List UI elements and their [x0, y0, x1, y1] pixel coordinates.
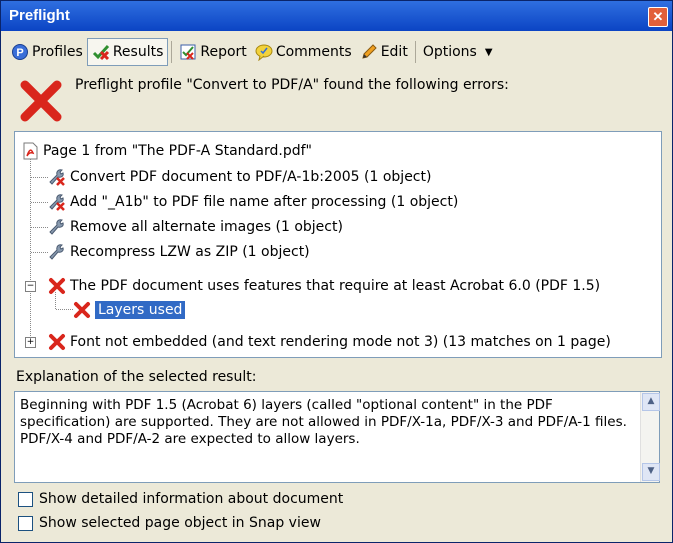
- tree-item-error[interactable]: The PDF document uses features that requ…: [48, 274, 600, 298]
- explanation-label: Explanation of the selected result:: [16, 369, 257, 385]
- detailed-info-label: Show detailed information about document: [39, 491, 344, 507]
- toolbar: P Profiles Results Report Comments Edit …: [7, 37, 497, 67]
- tree-item-label: Font not embedded (and text rendering mo…: [70, 334, 611, 350]
- wrench-icon: [49, 244, 64, 260]
- tree-item-label: Add "_A1b" to PDF file name after proces…: [70, 194, 459, 210]
- tree-line: [30, 286, 31, 342]
- tree-item-label: Convert PDF document to PDF/A-1b:2005 (1…: [70, 169, 432, 185]
- wrench-icon: [49, 219, 64, 235]
- result-message: Preflight profile "Convert to PDF/A" fou…: [75, 77, 509, 93]
- preflight-window: Preflight ✕ P Profiles Results Report Co…: [0, 0, 673, 543]
- fixup-failed-icon: [49, 169, 65, 186]
- tree-line: [56, 309, 73, 310]
- options-label: Options: [422, 44, 477, 60]
- snap-view-checkbox[interactable]: [18, 515, 33, 531]
- tree-line: [31, 177, 48, 178]
- tree-item[interactable]: Remove all alternate images (1 object): [48, 215, 343, 239]
- tree-item-error[interactable]: Font not embedded (and text rendering mo…: [48, 330, 611, 354]
- profiles-icon: P: [12, 44, 28, 60]
- tree-line: [30, 156, 31, 286]
- snap-view-label: Show selected page object in Snap view: [39, 515, 321, 531]
- result-header: Preflight profile "Convert to PDF/A" fou…: [19, 73, 659, 125]
- results-label: Results: [112, 44, 164, 60]
- tree-item-label: Recompress LZW as ZIP (1 object): [70, 244, 310, 260]
- edit-tab[interactable]: Edit: [356, 39, 412, 65]
- explanation-scrollbar[interactable]: ▲ ▼: [640, 392, 660, 482]
- detailed-info-checkbox[interactable]: [18, 491, 33, 507]
- window-title: Preflight: [9, 7, 70, 24]
- comments-label: Comments: [275, 44, 352, 60]
- fixup-failed-icon: [49, 194, 65, 211]
- results-tab[interactable]: Results: [86, 38, 169, 66]
- pencil-icon: [362, 44, 377, 59]
- scroll-down-button[interactable]: ▼: [642, 463, 660, 481]
- report-tab[interactable]: Report: [175, 39, 250, 65]
- tree-item-label: The PDF document uses features that requ…: [70, 278, 601, 294]
- error-x-icon: [74, 302, 90, 318]
- toolbar-separator: [414, 41, 416, 63]
- toolbar-separator: [171, 41, 173, 63]
- detailed-info-option[interactable]: Show detailed information about document: [18, 491, 343, 507]
- error-x-icon: [49, 278, 65, 294]
- tree-item[interactable]: Recompress LZW as ZIP (1 object): [48, 240, 310, 264]
- options-menu[interactable]: Options ▼: [419, 39, 497, 65]
- tree-item-page[interactable]: Page 1 from "The PDF-A Standard.pdf": [21, 139, 312, 163]
- pdf-file-icon: [23, 142, 38, 160]
- expand-toggle[interactable]: +: [25, 337, 36, 348]
- tree-item-label: Page 1 from "The PDF-A Standard.pdf": [43, 143, 312, 159]
- results-icon: [92, 44, 109, 61]
- error-x-icon: [20, 80, 62, 122]
- svg-text:P: P: [16, 47, 23, 59]
- comments-icon: [255, 44, 273, 61]
- scroll-up-button[interactable]: ▲: [642, 393, 660, 411]
- explanation-box[interactable]: Beginning with PDF 1.5 (Acrobat 6) layer…: [14, 391, 660, 483]
- error-x-icon: [49, 334, 65, 350]
- tree-line: [31, 252, 48, 253]
- collapse-toggle[interactable]: −: [25, 281, 36, 292]
- tree-item-layers-used[interactable]: Layers used: [73, 298, 186, 322]
- title-bar[interactable]: Preflight ✕: [1, 1, 672, 31]
- explanation-text: Beginning with PDF 1.5 (Acrobat 6) layer…: [20, 397, 627, 447]
- close-button[interactable]: ✕: [648, 7, 668, 27]
- results-tree[interactable]: Page 1 from "The PDF-A Standard.pdf" Con…: [14, 131, 662, 358]
- profiles-tab[interactable]: P Profiles: [7, 39, 87, 65]
- snap-view-option[interactable]: Show selected page object in Snap view: [18, 515, 321, 531]
- tree-item[interactable]: Convert PDF document to PDF/A-1b:2005 (1…: [48, 165, 431, 189]
- chevron-down-icon: ▼: [484, 46, 493, 58]
- report-label: Report: [200, 44, 247, 60]
- comments-tab[interactable]: Comments: [251, 39, 356, 65]
- tree-item-label-selected: Layers used: [95, 301, 186, 319]
- edit-label: Edit: [380, 44, 408, 60]
- report-icon: [180, 44, 196, 60]
- profiles-label: Profiles: [32, 44, 83, 60]
- tree-item[interactable]: Add "_A1b" to PDF file name after proces…: [48, 190, 458, 214]
- tree-line: [31, 202, 48, 203]
- tree-item-label: Remove all alternate images (1 object): [70, 219, 343, 235]
- tree-line: [31, 227, 48, 228]
